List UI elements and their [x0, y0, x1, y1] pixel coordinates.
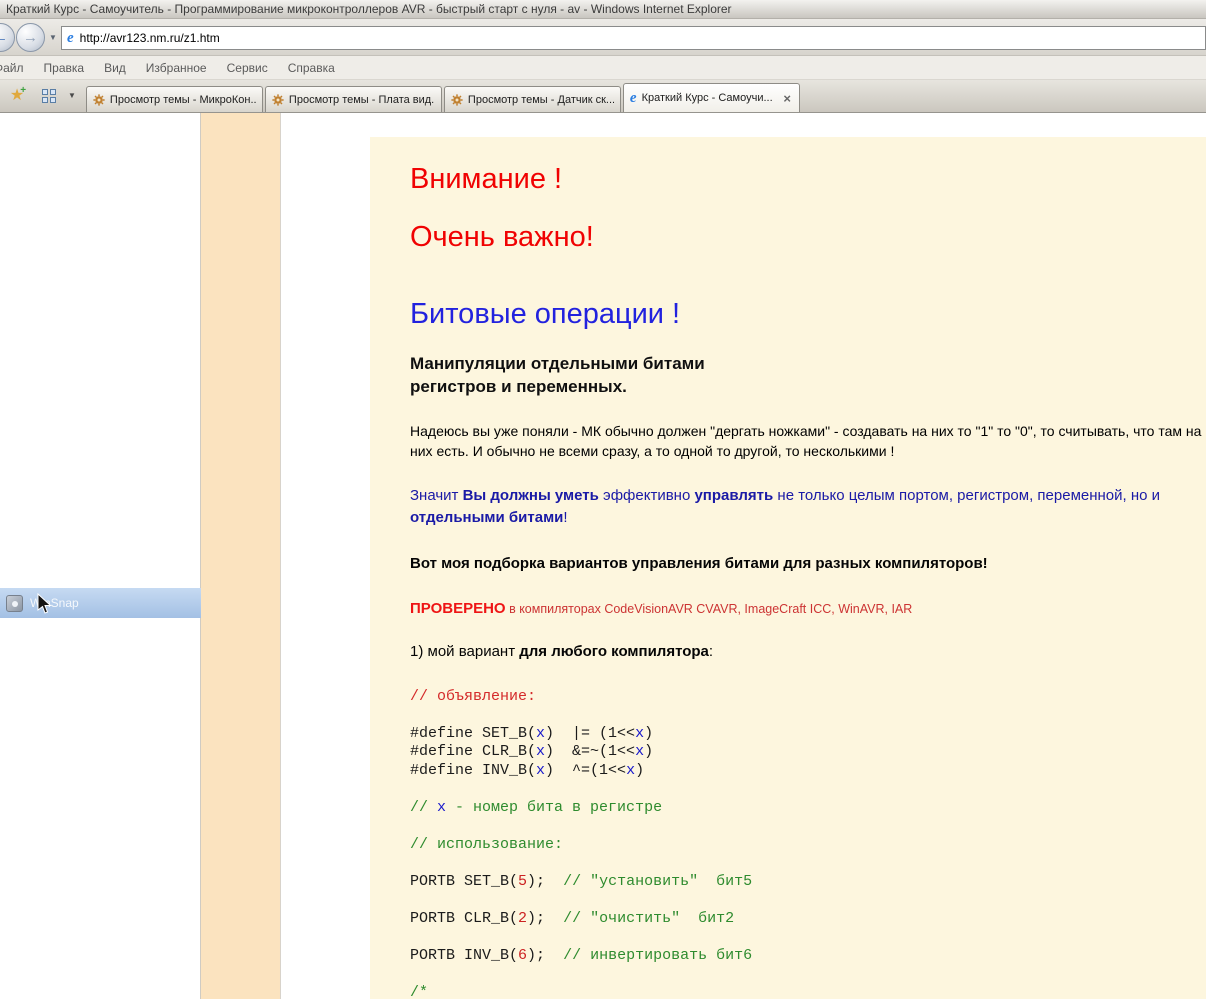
- paragraph-znachit: Значит Вы должны уметь эффективно управл…: [410, 485, 1202, 529]
- heading-attention: Внимание !: [410, 163, 1202, 196]
- address-input[interactable]: [80, 31, 1200, 45]
- page-gap-strip: [281, 113, 370, 999]
- tab-label: Просмотр темы - Датчик ск...: [468, 94, 614, 106]
- tab-active-kratkiy-kurs[interactable]: e Краткий Курс - Самоучи... ×: [623, 83, 800, 112]
- subheading-bit-manipulation: Манипуляции отдельными битами регистров …: [410, 353, 1202, 399]
- heading-important: Очень важно!: [410, 221, 1202, 254]
- forward-arrow-icon: →: [23, 29, 38, 46]
- favorites-plus-icon: +: [20, 85, 26, 96]
- page-main-column: Внимание ! Очень важно! Битовые операции…: [370, 113, 1206, 999]
- address-bar[interactable]: e: [61, 26, 1206, 50]
- tab-tools: ★ + ▼: [6, 79, 76, 112]
- menu-bar: Файл Правка Вид Избранное Сервис Справка: [0, 56, 1206, 80]
- page-favicon-ie-icon: e: [67, 31, 74, 46]
- add-favorite-button[interactable]: ★ +: [6, 84, 30, 108]
- menu-tools[interactable]: Сервис: [217, 61, 278, 75]
- window-title: Краткий Курс - Самоучитель - Программиро…: [6, 2, 732, 16]
- left-white-panel: WinSnap: [0, 113, 201, 999]
- mouse-cursor-icon: [37, 593, 53, 615]
- ie-tab-icon: e: [630, 91, 637, 106]
- tab-label: Краткий Курс - Самоучи...: [642, 92, 777, 104]
- window-titlebar: Краткий Курс - Самоучитель - Программиро…: [0, 0, 1206, 19]
- forum-gear-icon: [451, 94, 463, 106]
- menu-view[interactable]: Вид: [94, 61, 136, 75]
- tab-bar: ★ + ▼ Просмотр темы - МикроКон...: [0, 80, 1206, 113]
- tab-label: Просмотр темы - Плата вид...: [289, 94, 435, 106]
- forum-gear-icon: [93, 94, 105, 106]
- forum-gear-icon: [272, 94, 284, 106]
- history-dropdown-button[interactable]: ▼: [49, 33, 57, 42]
- menu-edit[interactable]: Правка: [34, 61, 95, 75]
- paragraph-variant-1: 1) мой вариант для любого компилятора:: [410, 643, 1202, 660]
- code-block: // объявление: #define SET_B(x) |= (1<<x…: [410, 688, 1202, 999]
- paragraph-provereno: ПРОВЕРЕНО в компиляторах CodeVisionAVR C…: [410, 600, 1202, 617]
- menu-file[interactable]: Файл: [0, 61, 34, 75]
- tab-list-dropdown[interactable]: ▼: [68, 91, 76, 100]
- page-left-margin-strip: [201, 113, 281, 999]
- content-area: WinSnap Внимание ! Очень важно! Битовые …: [0, 113, 1206, 999]
- winsnap-icon: [6, 595, 23, 612]
- back-button[interactable]: ←: [0, 23, 15, 52]
- winsnap-overlay[interactable]: WinSnap: [0, 588, 201, 618]
- back-arrow-icon: ←: [0, 29, 8, 46]
- quick-tabs-button[interactable]: [37, 84, 61, 108]
- tab-forum-1[interactable]: Просмотр темы - МикроКон...: [86, 86, 263, 112]
- paragraph-podborka: Вот моя подборка вариантов управления би…: [410, 555, 1202, 572]
- forward-button[interactable]: →: [16, 23, 45, 52]
- menu-items: Файл Правка Вид Избранное Сервис Справка: [0, 61, 345, 75]
- tab-forum-3[interactable]: Просмотр темы - Датчик ск...: [444, 86, 621, 112]
- paragraph-intro: Надеюсь вы уже поняли - МК обычно должен…: [410, 421, 1202, 462]
- tab-label: Просмотр темы - МикроКон...: [110, 94, 256, 106]
- menu-favorites[interactable]: Избранное: [136, 61, 217, 75]
- tab-forum-2[interactable]: Просмотр темы - Плата вид...: [265, 86, 442, 112]
- menu-help[interactable]: Справка: [278, 61, 345, 75]
- navigation-bar: ← → ▼ e: [0, 19, 1206, 56]
- quick-tabs-icon: [42, 89, 56, 103]
- tab-close-icon[interactable]: ×: [781, 91, 793, 106]
- heading-bit-operations: Битовые операции !: [410, 298, 1202, 331]
- article-body: Внимание ! Очень важно! Битовые операции…: [370, 137, 1206, 999]
